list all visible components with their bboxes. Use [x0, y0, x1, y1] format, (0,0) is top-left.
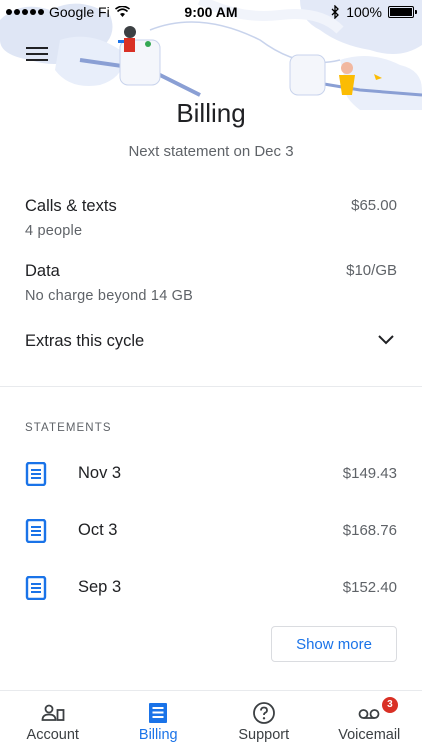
document-icon	[25, 462, 47, 486]
nav-support[interactable]: Support	[211, 691, 317, 750]
statement-date: Oct 3	[78, 521, 118, 539]
calls-texts-price: $65.00	[351, 197, 397, 214]
menu-button[interactable]	[24, 44, 50, 64]
data-label: Data	[25, 262, 60, 280]
nav-billing[interactable]: Billing	[106, 691, 212, 750]
calls-texts-row: Calls & texts 4 people $65.00	[25, 197, 397, 239]
nav-billing-label: Billing	[138, 727, 178, 743]
section-divider	[0, 386, 422, 387]
document-icon	[25, 519, 47, 543]
nav-voicemail-label: Voicemail	[338, 727, 401, 743]
chevron-down-icon	[378, 335, 394, 345]
statement-amount: $168.76	[342, 522, 397, 539]
status-right: 100%	[331, 4, 417, 20]
data-description: No charge beyond 14 GB	[25, 288, 194, 304]
calls-texts-label: Calls & texts	[25, 197, 117, 215]
nav-voicemail[interactable]: 3 Voicemail	[317, 691, 422, 750]
account-icon	[41, 704, 65, 721]
voicemail-count-badge: 3	[381, 697, 398, 713]
extras-this-cycle-row[interactable]: Extras this cycle	[25, 332, 397, 354]
show-more-button[interactable]: Show more	[271, 626, 397, 662]
data-row: Data No charge beyond 14 GB $10/GB	[25, 262, 397, 304]
calls-texts-people: 4 people	[25, 223, 83, 239]
document-icon	[25, 576, 47, 600]
extras-label: Extras this cycle	[25, 332, 145, 350]
statement-date: Sep 3	[78, 578, 122, 596]
battery-percent: 100%	[346, 4, 382, 20]
status-bar: Google Fi 9:00 AM 100%	[0, 0, 422, 24]
statements-section-label: STATEMENTS	[25, 422, 112, 434]
nav-support-label: Support	[238, 727, 290, 743]
next-statement-text: Next statement on Dec 3	[128, 143, 294, 160]
bluetooth-icon	[331, 5, 340, 19]
data-price: $10/GB	[346, 262, 397, 279]
help-icon	[252, 702, 275, 724]
billing-icon	[149, 703, 168, 723]
page-title: Billing	[176, 98, 246, 128]
statement-amount: $149.43	[342, 465, 397, 482]
statement-row[interactable]: Nov 3 $149.43	[25, 460, 397, 490]
voicemail-icon	[358, 709, 380, 719]
statement-row[interactable]: Oct 3 $168.76	[25, 517, 397, 547]
statement-date: Nov 3	[78, 464, 122, 482]
statement-amount: $152.40	[342, 579, 397, 596]
statement-row[interactable]: Sep 3 $152.40	[25, 574, 397, 604]
bottom-navigation: Account Billing Support 3 Voicemail	[0, 690, 422, 750]
battery-icon	[388, 6, 417, 18]
nav-account-label: Account	[26, 727, 79, 743]
nav-account[interactable]: Account	[0, 691, 106, 750]
